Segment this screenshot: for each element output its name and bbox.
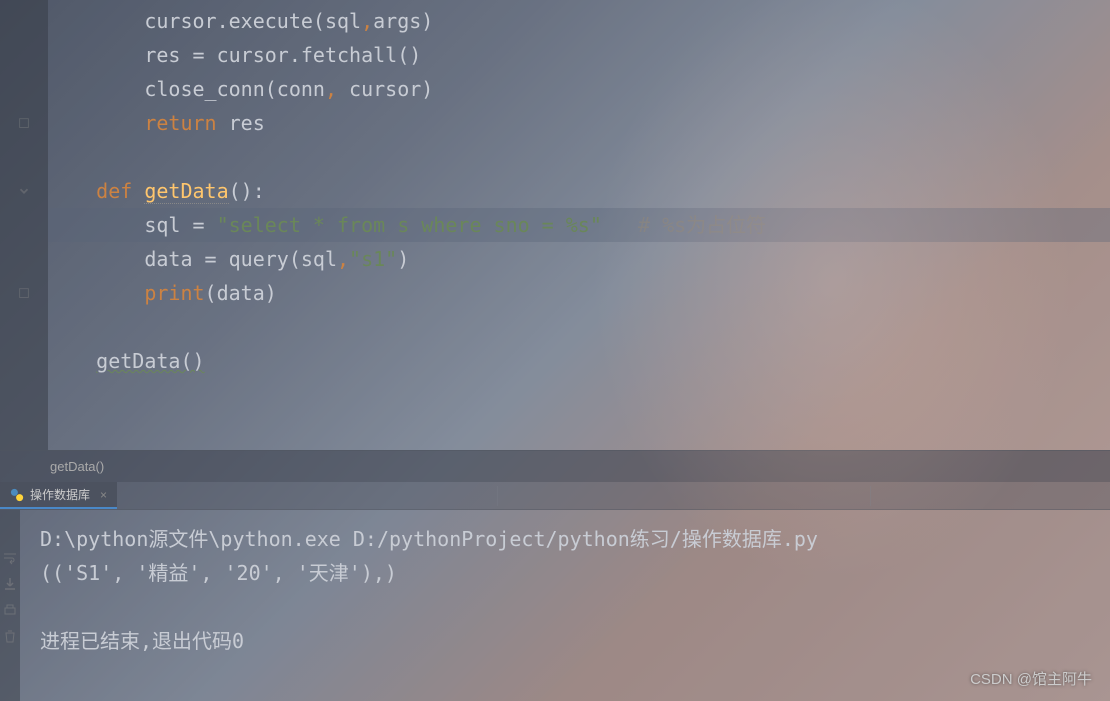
wrap-icon[interactable] xyxy=(2,550,18,566)
code-line: print(data) xyxy=(48,276,1110,310)
close-icon[interactable]: × xyxy=(100,488,107,502)
console-line: (('S1', '精益', '20', '天津'),) xyxy=(40,561,397,585)
code-line: res = cursor.fetchall() xyxy=(48,38,1110,72)
code-line: def getData(): xyxy=(48,174,1110,208)
trash-icon[interactable] xyxy=(2,628,18,644)
console-tab-bar: 操作数据库 × xyxy=(0,482,1110,510)
watermark: CSDN @馆主阿牛 xyxy=(970,668,1092,689)
code-line xyxy=(48,412,1110,446)
breadcrumb-item[interactable]: getData() xyxy=(50,459,104,474)
code-line xyxy=(48,140,1110,174)
tab-label: 操作数据库 xyxy=(30,486,90,503)
console-output[interactable]: D:\python源文件\python.exe D:/pythonProject… xyxy=(20,510,1110,701)
console-panel: D:\python源文件\python.exe D:/pythonProject… xyxy=(0,510,1110,701)
code-line: return res xyxy=(48,106,1110,140)
fold-icon[interactable] xyxy=(0,276,48,310)
code-editor[interactable]: cursor.execute(sql,args) res = cursor.fe… xyxy=(48,0,1110,450)
python-icon xyxy=(10,488,24,502)
fold-icon[interactable] xyxy=(0,106,48,140)
code-line xyxy=(48,310,1110,344)
console-line: D:\python源文件\python.exe D:/pythonProject… xyxy=(40,527,818,551)
breadcrumb-bar: getData() xyxy=(0,450,1110,482)
code-line: close_conn(conn, cursor) xyxy=(48,72,1110,106)
code-line: data = query(sql,"s1") xyxy=(48,242,1110,276)
code-line: sql = "select * from s where sno = %s" #… xyxy=(48,208,1110,242)
console-toolbar xyxy=(0,510,20,701)
editor-gutter xyxy=(0,0,48,450)
console-line: 进程已结束,退出代码0 xyxy=(40,629,244,653)
editor-area: cursor.execute(sql,args) res = cursor.fe… xyxy=(0,0,1110,450)
print-icon[interactable] xyxy=(2,602,18,618)
fold-icon[interactable] xyxy=(0,174,48,208)
download-icon[interactable] xyxy=(2,576,18,592)
code-line: getData() xyxy=(48,344,1110,378)
code-line: cursor.execute(sql,args) xyxy=(48,4,1110,38)
console-tab[interactable]: 操作数据库 × xyxy=(0,482,117,509)
code-line xyxy=(48,378,1110,412)
